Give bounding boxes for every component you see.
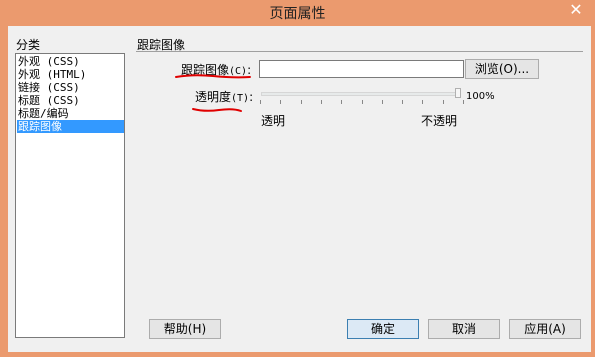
slider-tick	[422, 100, 423, 104]
slider-tick	[280, 100, 281, 104]
title-bar: 页面属性 ✕	[0, 0, 595, 26]
transparency-slider-track[interactable]	[261, 92, 461, 96]
slider-tick	[341, 100, 342, 104]
section-divider	[136, 51, 583, 52]
red-underline-annotation	[192, 108, 242, 112]
transparency-label-text: 透明度	[195, 90, 232, 104]
category-item-tracing-image[interactable]: 跟踪图像	[17, 120, 124, 133]
slider-tick	[260, 100, 261, 104]
window-title: 页面属性	[269, 6, 326, 22]
help-button[interactable]: 帮助(H)	[149, 319, 221, 339]
slider-tick	[301, 100, 302, 104]
tracing-image-path-input[interactable]	[259, 60, 464, 78]
slider-tick	[463, 100, 464, 104]
slider-tick	[321, 100, 322, 104]
tracing-image-colon: :	[247, 63, 252, 77]
transparency-colon: :	[249, 90, 254, 104]
category-label: 分类	[16, 38, 41, 52]
transparency-min-label: 透明	[261, 114, 286, 128]
category-item-links-css[interactable]: 链接 (CSS)	[17, 81, 124, 94]
browse-button[interactable]: 浏览(O)...	[465, 59, 539, 79]
apply-button[interactable]: 应用(A)	[509, 319, 581, 339]
category-item-headings-css[interactable]: 标题 (CSS)	[17, 94, 124, 107]
transparency-value: 100%	[466, 91, 495, 102]
category-item-appearance-css[interactable]: 外观 (CSS)	[17, 55, 124, 68]
slider-tick	[362, 100, 363, 104]
slider-tick	[382, 100, 383, 104]
category-item-title-encoding[interactable]: 标题/编码	[17, 107, 124, 120]
category-list[interactable]: 外观 (CSS) 外观 (HTML) 链接 (CSS) 标题 (CSS) 标题/…	[15, 53, 125, 338]
tracing-image-label-text: 跟踪图像	[181, 63, 230, 77]
dialog-body: 分类 外观 (CSS) 外观 (HTML) 链接 (CSS) 标题 (CSS) …	[8, 26, 591, 352]
tracing-image-access-key: (C)	[229, 66, 248, 77]
transparency-label: 透明度(T):	[195, 88, 253, 105]
transparency-access-key: (T)	[231, 93, 250, 104]
transparency-slider-ticks	[259, 100, 464, 104]
transparency-slider-thumb[interactable]	[455, 88, 461, 98]
tracing-image-label: 跟踪图像(C):	[181, 61, 251, 78]
transparency-max-label: 不透明	[421, 114, 458, 128]
close-icon: ✕	[569, 0, 583, 19]
cancel-button[interactable]: 取消	[428, 319, 500, 339]
category-item-appearance-html[interactable]: 外观 (HTML)	[17, 68, 124, 81]
slider-tick	[443, 100, 444, 104]
close-button[interactable]: ✕	[563, 0, 589, 22]
slider-tick	[402, 100, 403, 104]
ok-button[interactable]: 确定	[347, 319, 419, 339]
